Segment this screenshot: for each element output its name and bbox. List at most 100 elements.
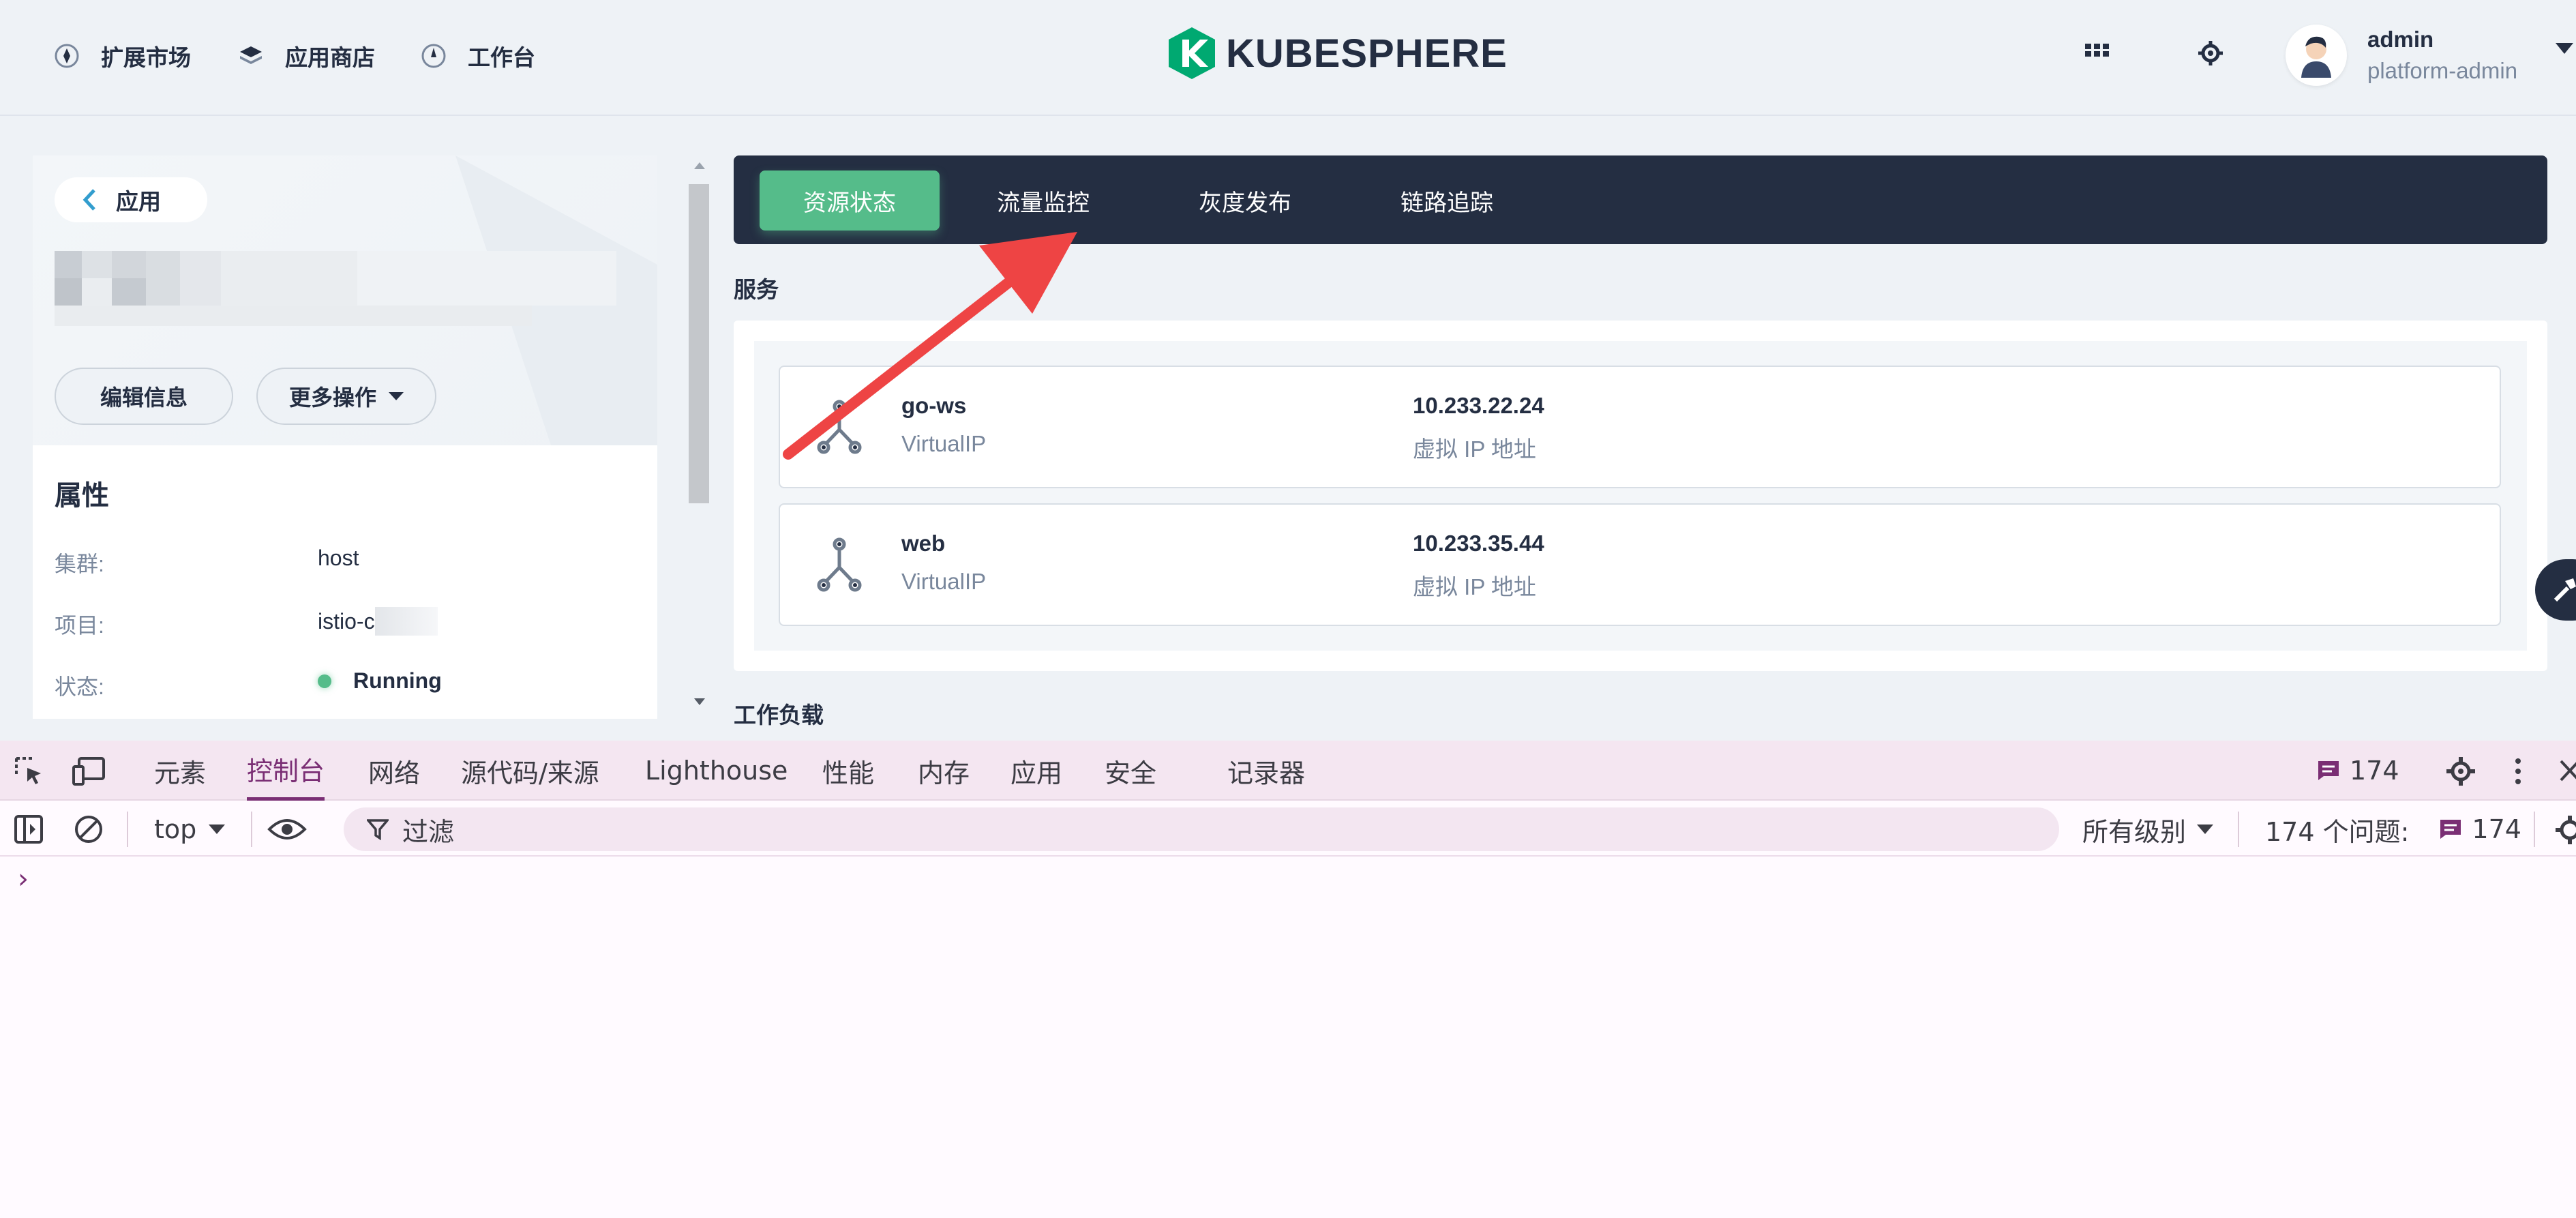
app-name-redacted — [55, 251, 627, 326]
toolbar-separator — [2238, 812, 2239, 847]
nav-workbench[interactable]: 工作台 — [420, 35, 535, 76]
annotation-arrow — [783, 232, 1077, 460]
context-label: top — [154, 814, 197, 844]
redacted-block — [374, 607, 438, 636]
scroll-down-arrow-icon[interactable] — [694, 698, 705, 705]
console-prompt[interactable]: › — [18, 863, 29, 895]
status-text: Running — [353, 668, 442, 693]
nav-label: 工作台 — [468, 45, 535, 70]
inspect-element-icon[interactable] — [14, 756, 45, 787]
device-toolbar-icon[interactable] — [71, 756, 106, 787]
devtools-tab-network[interactable]: 网络 — [368, 741, 420, 801]
console-filter-input[interactable]: 过滤 — [344, 807, 2059, 851]
nav-extension-market[interactable]: 扩展市场 — [53, 35, 191, 76]
caret-down-icon — [389, 392, 404, 400]
devtools-tab-recorder[interactable]: 记录器 — [1227, 741, 1305, 801]
toolbar-separator — [2534, 812, 2535, 847]
toolbar-separator — [127, 812, 128, 847]
issues-label: 174 个问题: — [2265, 816, 2410, 847]
app-header: 应用 编辑信息 更多操作 — [33, 155, 657, 445]
service-card[interactable]: web VirtualIP 10.233.35.44 虚拟 IP 地址 — [779, 503, 2501, 626]
devtools-tab-sources[interactable]: 源代码/来源 — [461, 741, 599, 801]
back-to-apps-button[interactable]: 应用 — [55, 177, 207, 222]
kubesphere-logo[interactable]: KUBESPHERE — [1167, 26, 1508, 80]
toolbar-separator — [251, 812, 252, 847]
scroll-up-arrow-icon[interactable] — [694, 162, 705, 169]
service-ip-label: 虚拟 IP 地址 — [1413, 436, 1536, 462]
devtools-tab-elements[interactable]: 元素 — [154, 741, 206, 801]
settings-gear-icon[interactable] — [2197, 40, 2224, 70]
console-settings-gear-icon[interactable] — [2554, 814, 2576, 846]
devtools-tab-performance[interactable]: 性能 — [822, 741, 874, 801]
panel-scrollbar[interactable] — [686, 155, 712, 719]
service-ip-label: 虚拟 IP 地址 — [1413, 574, 1536, 599]
service-ip: 10.233.22.24 — [1413, 393, 1544, 418]
nav-app-store[interactable]: 应用商店 — [237, 35, 375, 76]
properties-title: 属性 — [55, 481, 109, 511]
property-label-status: 状态: — [55, 674, 104, 699]
service-name[interactable]: web — [901, 531, 945, 556]
eye-icon[interactable] — [267, 817, 307, 842]
logo-text: KUBESPHERE — [1226, 31, 1508, 76]
tab-tracing[interactable]: 链路追踪 — [1369, 170, 1525, 231]
log-levels-label: 所有级别 — [2082, 816, 2187, 847]
workbench-icon — [420, 42, 447, 70]
caret-down-icon — [2197, 825, 2214, 834]
caret-down-icon — [209, 825, 226, 834]
property-label-project: 项目: — [55, 613, 104, 638]
status-dot — [318, 674, 331, 688]
user-menu[interactable]: admin platform-admin — [2286, 25, 2574, 86]
devtools-tab-security[interactable]: 安全 — [1105, 741, 1156, 801]
caret-down-icon — [2556, 43, 2574, 54]
service-ip: 10.233.35.44 — [1413, 531, 1544, 556]
user-role: platform-admin — [2367, 58, 2518, 83]
message-icon — [2440, 820, 2461, 839]
edit-info-label: 编辑信息 — [100, 385, 188, 410]
issues-counter[interactable]: 174 — [2317, 753, 2399, 788]
property-value-status: Running — [318, 668, 442, 694]
devtools-tab-application[interactable]: 应用 — [1010, 741, 1062, 801]
apps-grid-icon[interactable] — [2085, 44, 2110, 68]
property-value-cluster: host — [318, 546, 359, 570]
edit-info-button[interactable]: 编辑信息 — [55, 368, 233, 425]
services-section-title: 服务 — [734, 277, 779, 302]
layers-icon — [237, 42, 265, 70]
avatar — [2286, 25, 2347, 86]
property-value-project: istio-c — [318, 607, 438, 636]
devtools-tab-bar: 元素 控制台 网络 源代码/来源 Lighthouse 性能 内存 应用 安全 … — [0, 741, 2576, 801]
filter-placeholder: 过滤 — [402, 816, 455, 847]
sidebar-toggle-icon[interactable] — [14, 814, 44, 844]
app-detail-panel: 应用 编辑信息 更多操作 属性 集群: host 项目: istio-c 状态:… — [33, 155, 657, 719]
devtools-tab-console[interactable]: 控制台 — [247, 741, 325, 801]
more-actions-label: 更多操作 — [288, 385, 376, 410]
tab-canary-release[interactable]: 灰度发布 — [1167, 170, 1323, 231]
message-icon — [2318, 761, 2339, 780]
devtools-tab-memory[interactable]: 内存 — [918, 741, 970, 801]
log-levels-dropdown[interactable]: 所有级别 — [2082, 809, 2214, 850]
property-label-cluster: 集群: — [55, 552, 104, 576]
kubesphere-logo-icon — [1169, 27, 1215, 79]
project-name-text: istio-c — [318, 608, 375, 634]
more-options-icon[interactable] — [2513, 757, 2523, 786]
issues-summary[interactable]: 174 个问题: 174 — [2265, 809, 2521, 850]
scrollbar-thumb[interactable] — [689, 184, 709, 503]
filter-icon — [367, 819, 389, 840]
service-type: VirtualIP — [901, 569, 987, 594]
top-navigation-bar: 扩展市场 应用商店 工作台 KUBESPHERE admin platform-… — [0, 0, 2576, 116]
devtools-panel: 元素 控制台 网络 源代码/来源 Lighthouse 性能 内存 应用 安全 … — [0, 741, 2576, 1218]
nav-label: 应用商店 — [285, 45, 375, 70]
user-name: admin — [2367, 27, 2434, 52]
issues-badge-count: 174 — [2472, 814, 2521, 844]
nav-label: 扩展市场 — [101, 45, 191, 70]
devtools-tab-lighthouse[interactable]: Lighthouse — [645, 741, 788, 801]
issues-count: 174 — [2350, 756, 2399, 786]
context-selector[interactable]: top — [154, 809, 226, 850]
console-toolbar: top 过滤 所有级别 174 个问题: 174 — [0, 802, 2576, 857]
service-topology-icon — [817, 537, 862, 592]
more-actions-button[interactable]: 更多操作 — [256, 368, 436, 425]
back-label: 应用 — [116, 189, 161, 214]
extension-market-icon — [53, 42, 80, 70]
close-devtools-icon[interactable] — [2558, 758, 2576, 783]
devtools-settings-gear-icon[interactable] — [2445, 756, 2476, 787]
clear-console-icon[interactable] — [74, 814, 104, 844]
